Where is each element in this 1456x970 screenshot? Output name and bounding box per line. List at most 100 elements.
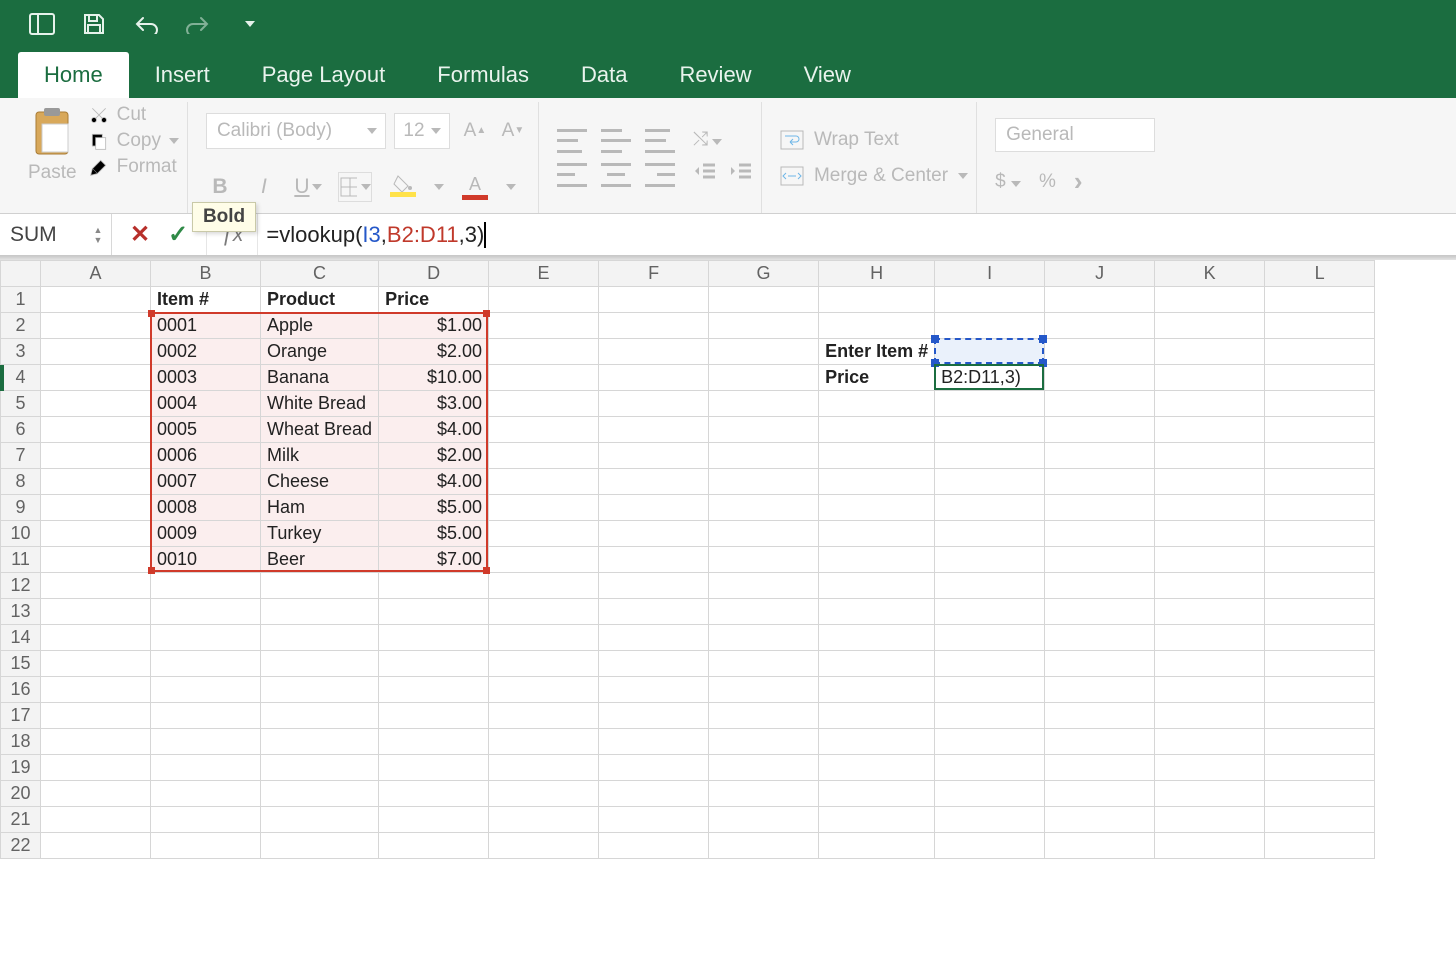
cell-F11[interactable]	[599, 547, 709, 573]
cell-I22[interactable]	[935, 833, 1045, 859]
cell-B19[interactable]	[151, 755, 261, 781]
align-middle-button[interactable]	[601, 129, 631, 153]
column-header-B[interactable]: B	[151, 261, 261, 287]
cell-I9[interactable]	[935, 495, 1045, 521]
cell-D1[interactable]: Price	[379, 287, 489, 313]
cell-L9[interactable]	[1265, 495, 1375, 521]
cell-A4[interactable]	[41, 365, 151, 391]
cell-F15[interactable]	[599, 651, 709, 677]
cell-F22[interactable]	[599, 833, 709, 859]
cell-A11[interactable]	[41, 547, 151, 573]
cell-A15[interactable]	[41, 651, 151, 677]
cell-K5[interactable]	[1155, 391, 1265, 417]
cell-K11[interactable]	[1155, 547, 1265, 573]
cell-I13[interactable]	[935, 599, 1045, 625]
cell-K1[interactable]	[1155, 287, 1265, 313]
cell-K10[interactable]	[1155, 521, 1265, 547]
cell-C2[interactable]: Apple	[261, 313, 379, 339]
cell-A1[interactable]	[41, 287, 151, 313]
cell-D19[interactable]	[379, 755, 489, 781]
cell-G10[interactable]	[709, 521, 819, 547]
cell-C11[interactable]: Beer	[261, 547, 379, 573]
cell-A3[interactable]	[41, 339, 151, 365]
cell-L13[interactable]	[1265, 599, 1375, 625]
cell-C9[interactable]: Ham	[261, 495, 379, 521]
cell-F5[interactable]	[599, 391, 709, 417]
underline-button[interactable]: U	[294, 173, 322, 201]
bold-button[interactable]: B Bold	[206, 173, 234, 201]
row-header-16[interactable]: 16	[1, 677, 41, 703]
cell-H6[interactable]	[819, 417, 935, 443]
cell-I16[interactable]	[935, 677, 1045, 703]
cell-I7[interactable]	[935, 443, 1045, 469]
row-header-10[interactable]: 10	[1, 521, 41, 547]
cell-B6[interactable]: 0005	[151, 417, 261, 443]
cell-H7[interactable]	[819, 443, 935, 469]
cell-L3[interactable]	[1265, 339, 1375, 365]
cell-B20[interactable]	[151, 781, 261, 807]
save-icon[interactable]	[80, 10, 108, 38]
cell-H10[interactable]	[819, 521, 935, 547]
increase-indent-button[interactable]	[729, 161, 753, 186]
cell-H2[interactable]	[819, 313, 935, 339]
cell-L10[interactable]	[1265, 521, 1375, 547]
cell-J3[interactable]	[1045, 339, 1155, 365]
cell-B13[interactable]	[151, 599, 261, 625]
cell-C6[interactable]: Wheat Bread	[261, 417, 379, 443]
cell-G15[interactable]	[709, 651, 819, 677]
cell-G12[interactable]	[709, 573, 819, 599]
cell-J20[interactable]	[1045, 781, 1155, 807]
cell-E11[interactable]	[489, 547, 599, 573]
cell-G3[interactable]	[709, 339, 819, 365]
tab-home[interactable]: Home	[18, 52, 129, 98]
cell-F16[interactable]	[599, 677, 709, 703]
cell-G8[interactable]	[709, 469, 819, 495]
cell-D10[interactable]: $5.00	[379, 521, 489, 547]
cell-A21[interactable]	[41, 807, 151, 833]
cell-I3[interactable]	[935, 339, 1045, 365]
cell-G22[interactable]	[709, 833, 819, 859]
cell-F9[interactable]	[599, 495, 709, 521]
cell-C1[interactable]: Product	[261, 287, 379, 313]
cell-J18[interactable]	[1045, 729, 1155, 755]
cell-F18[interactable]	[599, 729, 709, 755]
row-header-15[interactable]: 15	[1, 651, 41, 677]
tab-review[interactable]: Review	[653, 52, 777, 98]
cell-F7[interactable]	[599, 443, 709, 469]
cell-L7[interactable]	[1265, 443, 1375, 469]
row-header-2[interactable]: 2	[1, 313, 41, 339]
cell-A20[interactable]	[41, 781, 151, 807]
cell-G17[interactable]	[709, 703, 819, 729]
cell-I8[interactable]	[935, 469, 1045, 495]
row-header-13[interactable]: 13	[1, 599, 41, 625]
cell-G19[interactable]	[709, 755, 819, 781]
cell-J19[interactable]	[1045, 755, 1155, 781]
cell-E3[interactable]	[489, 339, 599, 365]
row-header-9[interactable]: 9	[1, 495, 41, 521]
cell-A13[interactable]	[41, 599, 151, 625]
cell-A8[interactable]	[41, 469, 151, 495]
cell-B10[interactable]: 0009	[151, 521, 261, 547]
cell-L1[interactable]	[1265, 287, 1375, 313]
cell-L19[interactable]	[1265, 755, 1375, 781]
cell-D6[interactable]: $4.00	[379, 417, 489, 443]
cell-K20[interactable]	[1155, 781, 1265, 807]
orientation-button[interactable]: ⤭	[693, 129, 722, 151]
cell-K12[interactable]	[1155, 573, 1265, 599]
cell-F14[interactable]	[599, 625, 709, 651]
decrease-font-size-button[interactable]: A▼	[496, 114, 530, 148]
row-header-6[interactable]: 6	[1, 417, 41, 443]
row-header-3[interactable]: 3	[1, 339, 41, 365]
row-header-12[interactable]: 12	[1, 573, 41, 599]
cell-H4[interactable]: Price	[819, 365, 935, 391]
name-box[interactable]: SUM ▲▼	[0, 214, 112, 255]
cell-D18[interactable]	[379, 729, 489, 755]
decrease-indent-button[interactable]	[693, 161, 717, 186]
merge-center-button[interactable]: Merge & Center	[780, 165, 968, 187]
row-header-1[interactable]: 1	[1, 287, 41, 313]
cell-D22[interactable]	[379, 833, 489, 859]
cell-J13[interactable]	[1045, 599, 1155, 625]
cell-B11[interactable]: 0010	[151, 547, 261, 573]
cell-E14[interactable]	[489, 625, 599, 651]
cell-E5[interactable]	[489, 391, 599, 417]
